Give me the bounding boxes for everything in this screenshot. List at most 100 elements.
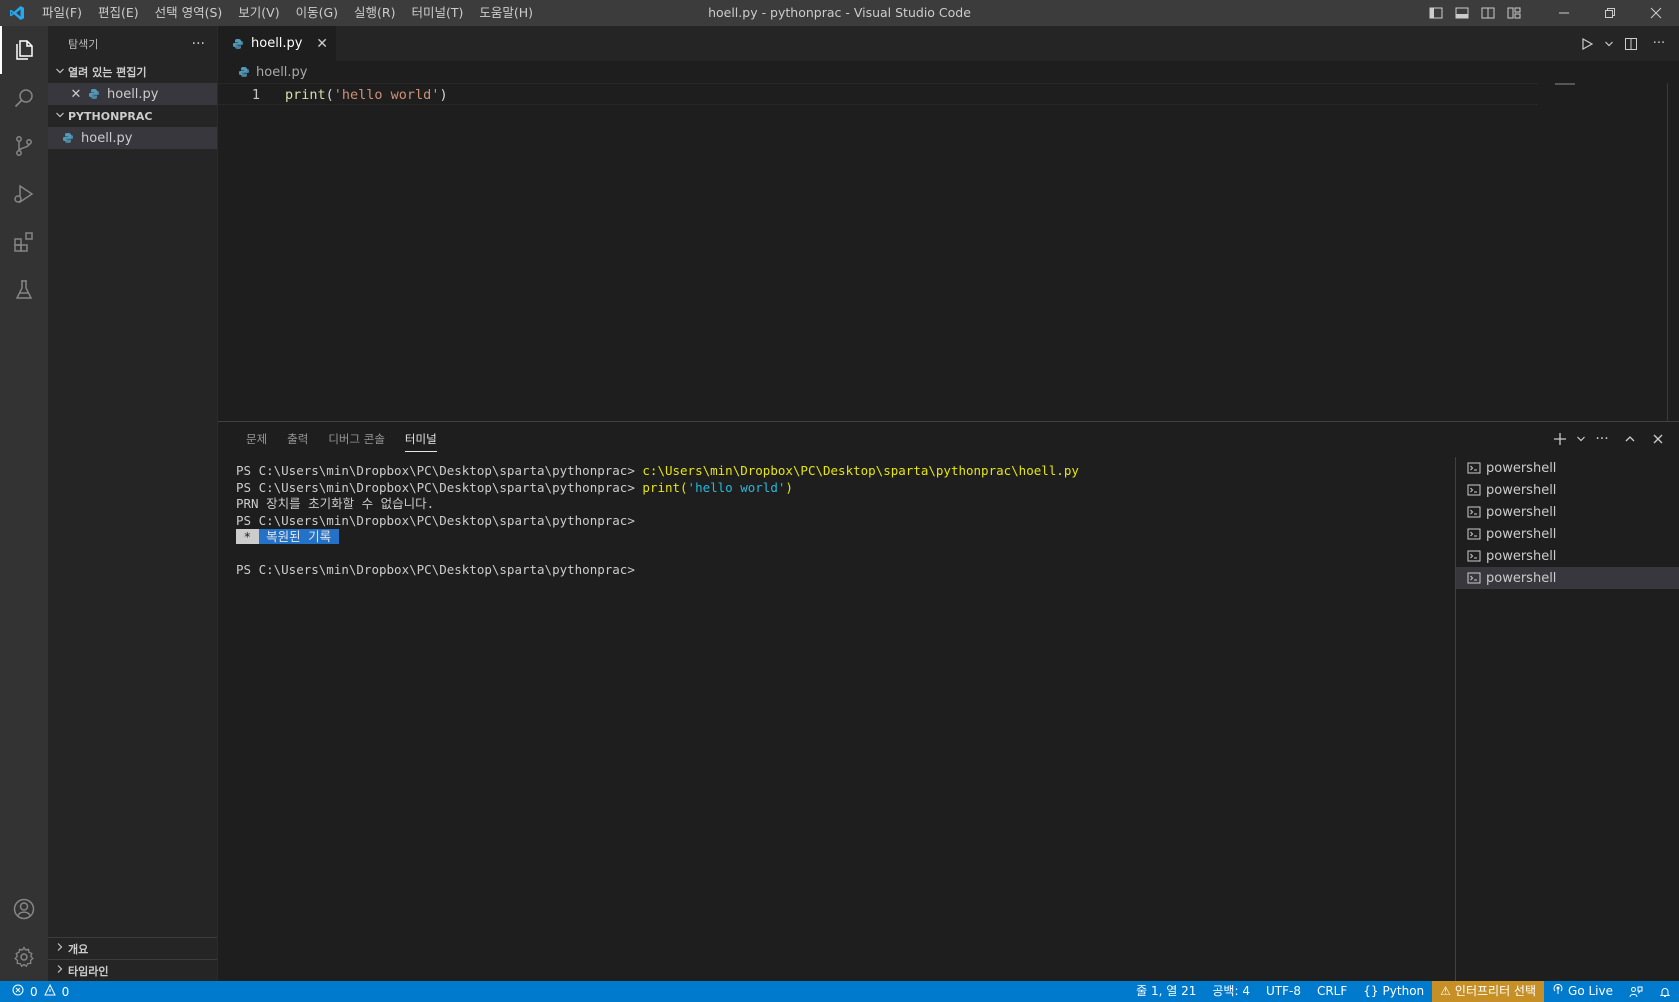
accounts-icon[interactable] (0, 885, 48, 933)
python-file-icon (60, 130, 76, 146)
tab-output[interactable]: 출력 (277, 422, 318, 457)
warning-icon (43, 983, 56, 999)
terminal-name: powershell (1486, 460, 1557, 476)
run-debug-icon[interactable] (0, 170, 48, 218)
settings-gear-icon[interactable] (0, 933, 48, 981)
terminal-output[interactable]: PS C:\Users\min\Dropbox\PC\Desktop\spart… (236, 463, 1416, 579)
folder-section[interactable]: PYTHONPRAC (48, 105, 217, 127)
terminal-instance[interactable]: powershell (1456, 545, 1679, 567)
error-count: 0 (30, 984, 38, 999)
menu-file[interactable]: 파일(F) (34, 0, 90, 26)
minimize-icon[interactable] (1541, 0, 1587, 26)
python-file-icon (236, 64, 252, 80)
file-tree-item[interactable]: hoell.py (48, 127, 217, 149)
close-window-icon[interactable] (1633, 0, 1679, 26)
terminal-command: c:\Users\min\Dropbox\PC\Desktop\sparta\p… (642, 463, 1079, 478)
warning-icon: ⚠ (1440, 984, 1451, 998)
menu-help[interactable]: 도움말(H) (471, 0, 541, 26)
toggle-panel-icon[interactable] (1449, 0, 1475, 26)
menu-view[interactable]: 보기(V) (230, 0, 287, 26)
tab-problems[interactable]: 문제 (236, 422, 277, 457)
terminal-icon (1466, 548, 1482, 564)
file-tree-filename: hoell.py (81, 130, 133, 146)
breadcrumb-file: hoell.py (256, 64, 308, 80)
restored-star: * (236, 529, 259, 544)
minimap[interactable] (1555, 83, 1575, 85)
testing-icon[interactable] (0, 266, 48, 314)
restore-icon[interactable] (1587, 0, 1633, 26)
terminal-line: PS C:\Users\min\Dropbox\PC\Desktop\spart… (236, 463, 1416, 480)
menu-selection[interactable]: 선택 영역(S) (147, 0, 231, 26)
open-editor-item[interactable]: ✕ hoell.py (48, 83, 217, 105)
cursor-position[interactable]: 줄 1, 열 21 (1128, 981, 1204, 1002)
restored-text: 복원된 기록 (258, 529, 339, 544)
chevron-down-icon[interactable] (1603, 32, 1615, 56)
more-actions-icon[interactable]: ··· (1589, 427, 1615, 451)
toggle-secondary-sidebar-icon[interactable] (1475, 0, 1501, 26)
maximize-panel-icon[interactable] (1617, 427, 1643, 451)
feedback-icon[interactable] (1621, 981, 1651, 1002)
problems-status[interactable]: 0 0 (0, 981, 69, 1002)
explorer-icon[interactable] (0, 26, 48, 74)
end-of-line[interactable]: CRLF (1309, 981, 1355, 1002)
open-editors-section[interactable]: 열려 있는 편집기 (48, 61, 217, 83)
code-editor[interactable]: 1 print('hello world') (218, 83, 1538, 105)
run-python-icon[interactable] (1575, 32, 1599, 56)
terminal-name: powershell (1486, 570, 1557, 586)
toggle-sidebar-icon[interactable] (1423, 0, 1449, 26)
timeline-section[interactable]: 타임라인 (48, 959, 217, 981)
more-actions-icon[interactable]: ··· (1647, 32, 1671, 56)
new-terminal-icon[interactable] (1547, 427, 1573, 451)
split-editor-icon[interactable] (1619, 32, 1643, 56)
broadcast-icon (1552, 981, 1564, 1002)
menu-go[interactable]: 이동(G) (288, 0, 346, 26)
chevron-right-icon (52, 942, 68, 955)
terminal-command: print( (642, 479, 688, 495)
search-icon[interactable] (0, 74, 48, 122)
terminal-instance[interactable]: powershell (1456, 523, 1679, 545)
breadcrumb[interactable]: hoell.py (218, 61, 308, 83)
go-live-label: Go Live (1568, 984, 1613, 998)
terminal-instance[interactable]: powershell (1456, 457, 1679, 479)
extensions-icon[interactable] (0, 218, 48, 266)
interpreter-label: 인터프리터 선택 (1454, 984, 1537, 998)
code-line: print('hello world') (285, 84, 448, 106)
terminal-name: powershell (1486, 504, 1557, 520)
terminal-instance[interactable]: powershell (1456, 567, 1679, 589)
chevron-down-icon[interactable] (1575, 427, 1587, 451)
language-mode[interactable]: {} Python (1355, 981, 1432, 1002)
close-icon[interactable]: ✕ (68, 87, 84, 102)
activity-bar (0, 26, 48, 981)
menu-edit[interactable]: 편집(E) (90, 0, 147, 26)
go-live-button[interactable]: Go Live (1544, 981, 1621, 1002)
customize-layout-icon[interactable] (1501, 0, 1527, 26)
more-actions-icon[interactable]: ··· (192, 36, 205, 52)
terminal-name: powershell (1486, 482, 1557, 498)
terminal-line: PS C:\Users\min\Dropbox\PC\Desktop\spart… (236, 512, 635, 528)
source-control-icon[interactable] (0, 122, 48, 170)
sidebar-title: 탐색기 (68, 37, 99, 51)
menu-terminal[interactable]: 터미널(T) (404, 0, 472, 26)
title-bar: 파일(F) 편집(E) 선택 영역(S) 보기(V) 이동(G) 실행(R) 터… (0, 0, 1679, 26)
braces-icon: {} (1363, 984, 1379, 998)
interpreter-select[interactable]: ⚠ 인터프리터 선택 (1432, 981, 1545, 1002)
terminal-instance[interactable]: powershell (1456, 479, 1679, 501)
terminal-name: powershell (1486, 548, 1557, 564)
chevron-down-icon (52, 66, 68, 79)
editor-scrollbar[interactable] (1667, 83, 1668, 421)
outline-section[interactable]: 개요 (48, 937, 217, 959)
python-file-icon (230, 36, 246, 52)
editor-tab[interactable]: hoell.py ✕ (218, 26, 336, 61)
tab-terminal[interactable]: 터미널 (395, 422, 447, 457)
close-panel-icon[interactable] (1645, 427, 1671, 451)
indentation[interactable]: 공백: 4 (1204, 981, 1258, 1002)
notifications-bell-icon[interactable] (1651, 981, 1679, 1002)
close-tab-icon[interactable]: ✕ (316, 36, 328, 52)
terminal-line: PRN 장치를 초기화할 수 없습니다. (236, 496, 435, 511)
terminal-icon (1466, 504, 1482, 520)
encoding[interactable]: UTF-8 (1258, 981, 1309, 1002)
menu-run[interactable]: 실행(R) (346, 0, 403, 26)
terminal-instance[interactable]: powershell (1456, 501, 1679, 523)
tab-debug-console[interactable]: 디버그 콘솔 (318, 422, 395, 457)
